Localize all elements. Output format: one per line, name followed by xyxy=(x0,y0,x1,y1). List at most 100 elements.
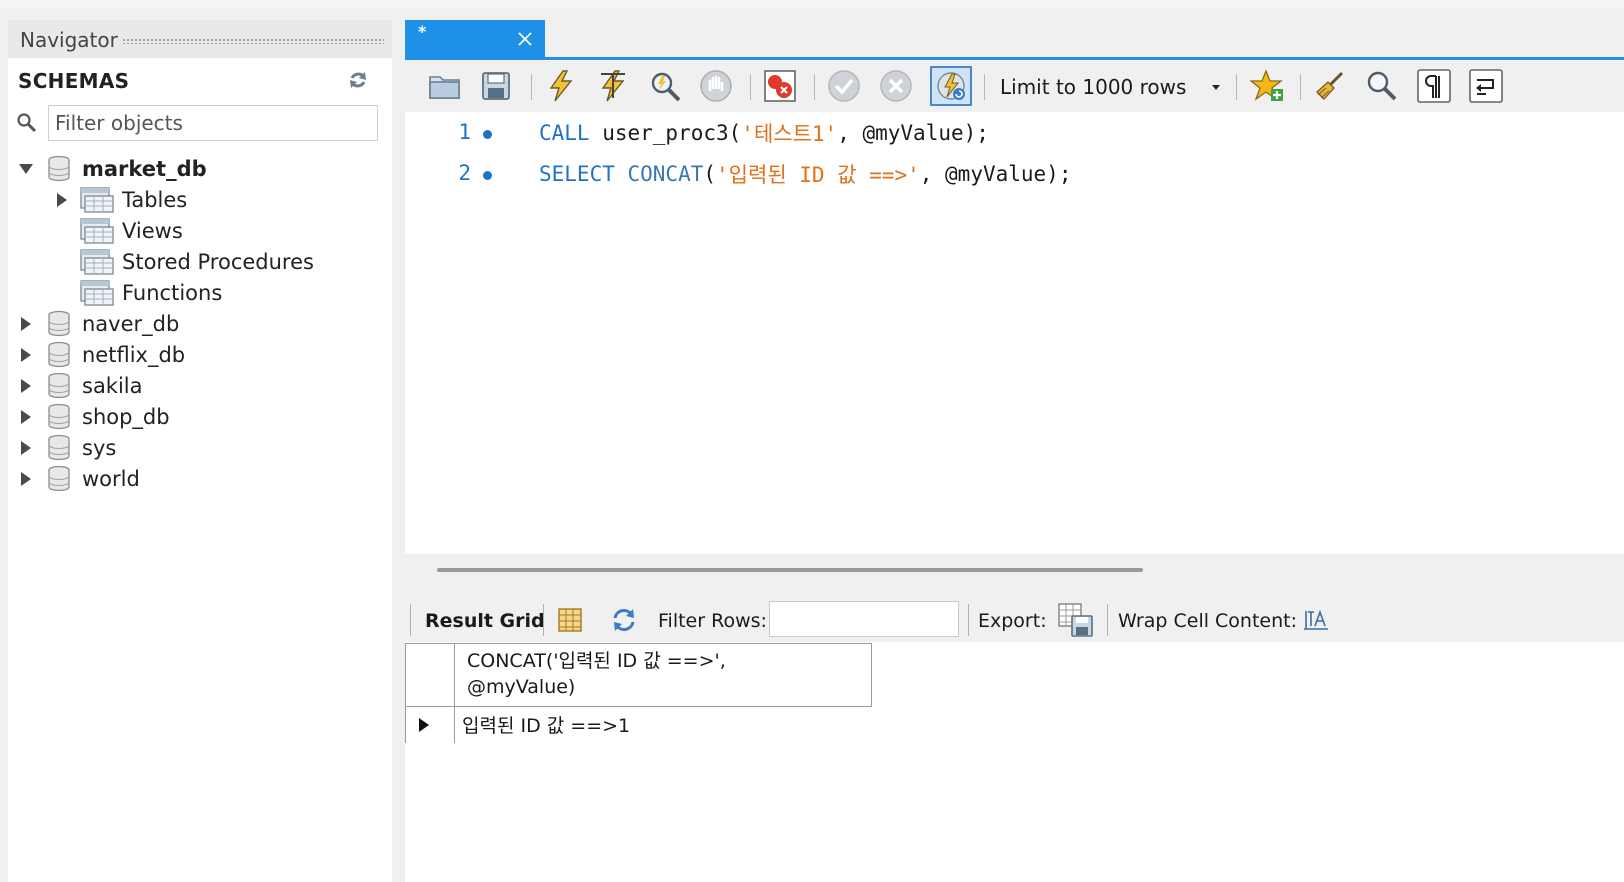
invisible-chars-icon[interactable] xyxy=(1416,68,1452,104)
schema-item-market_db[interactable]: market_db xyxy=(18,154,207,184)
navigator-drag-handle[interactable] xyxy=(122,38,384,44)
limit-rows-select[interactable]: Limit to 1000 rows xyxy=(992,70,1228,104)
toolbar-separator xyxy=(814,74,815,100)
result-grid-tab[interactable]: Result Grid xyxy=(425,610,545,632)
export-icon[interactable] xyxy=(1058,603,1094,637)
wrap-cell-icon[interactable] xyxy=(1302,606,1330,634)
column-header-line1: CONCAT('입력된 ID 값 ==>', xyxy=(467,650,726,672)
database-icon xyxy=(48,155,70,182)
panel-splitter xyxy=(405,554,1624,598)
code-token: ( xyxy=(703,162,717,186)
code-token: , @myValue); xyxy=(919,162,1072,186)
beautify-icon[interactable] xyxy=(1312,68,1348,104)
folder-icon xyxy=(80,249,114,275)
current-row-arrow-icon xyxy=(419,718,429,732)
navigator-header: Navigator xyxy=(8,20,392,58)
toolbar-separator xyxy=(543,604,544,636)
code-token: SELECT xyxy=(539,162,615,186)
folder-icon xyxy=(80,218,114,244)
bookmark-icon[interactable] xyxy=(1250,68,1286,104)
code-token: CALL xyxy=(539,121,590,145)
toolbar-separator xyxy=(531,74,532,100)
error-toggle-icon[interactable] xyxy=(762,68,798,104)
open-folder-icon[interactable] xyxy=(427,68,463,104)
code-line[interactable]: CALL user_proc3('테스트1', @myValue); xyxy=(539,116,989,150)
toolbar-separator xyxy=(750,74,751,100)
expand-arrow-right-icon[interactable] xyxy=(18,409,34,425)
code-token: '입력된 ID 값 ==>' xyxy=(716,163,920,187)
expand-arrow-right-icon[interactable] xyxy=(18,316,34,332)
schema-child-stored-procedures[interactable]: Stored Procedures xyxy=(80,247,314,277)
save-icon[interactable] xyxy=(478,68,514,104)
execute-current-icon[interactable] xyxy=(595,68,631,104)
export-label: Export: xyxy=(978,610,1047,632)
navigator-title: Navigator xyxy=(20,28,118,52)
expand-arrow-right-icon[interactable] xyxy=(18,378,34,394)
database-icon xyxy=(48,341,70,368)
search-icon xyxy=(17,113,37,133)
toolbar-separator xyxy=(968,604,969,636)
schema-child-functions[interactable]: Functions xyxy=(80,278,222,308)
toolbar-separator xyxy=(410,604,411,636)
grid-corner-cell[interactable] xyxy=(405,643,455,707)
expand-arrow-down-icon[interactable] xyxy=(18,161,34,177)
wrap-icon[interactable] xyxy=(1468,68,1504,104)
chevron-down-icon xyxy=(1212,85,1220,90)
code-token: user_proc3( xyxy=(589,121,742,145)
schema-child-tables[interactable]: Tables xyxy=(54,185,187,215)
schema-child-label: Views xyxy=(122,219,183,243)
schema-name: sakila xyxy=(82,374,143,398)
statement-marker-icon[interactable] xyxy=(483,171,492,180)
database-icon xyxy=(48,465,70,492)
code-line[interactable]: SELECT CONCAT('입력된 ID 값 ==>', @myValue); xyxy=(539,157,1071,191)
expand-arrow-right-icon[interactable] xyxy=(18,471,34,487)
expand-arrow-right-icon[interactable] xyxy=(18,347,34,363)
schema-name: netflix_db xyxy=(82,343,186,367)
schema-item-naver_db[interactable]: naver_db xyxy=(18,309,179,339)
filter-objects-input[interactable] xyxy=(48,105,378,141)
find-icon[interactable] xyxy=(1364,68,1400,104)
filter-rows-label: Filter Rows: xyxy=(658,610,767,632)
schema-child-views[interactable]: Views xyxy=(80,216,183,246)
wrap-cell-content-label: Wrap Cell Content: xyxy=(1118,610,1298,632)
column-header[interactable]: CONCAT('입력된 ID 값 ==>', @myValue) xyxy=(467,648,867,700)
statement-marker-icon[interactable] xyxy=(483,130,492,139)
sql-editor[interactable]: 1 CALL user_proc3('테스트1', @myValue); 2 SELE… xyxy=(405,112,1624,554)
code-token: , @myValue); xyxy=(837,121,989,145)
execute-icon[interactable] xyxy=(543,68,579,104)
horizontal-scrollbar[interactable] xyxy=(437,568,1143,572)
schema-item-sakila[interactable]: sakila xyxy=(18,371,143,401)
navigator-panel: Navigator SCHEMAS market_db Tables Views St… xyxy=(8,20,392,882)
schema-name: naver_db xyxy=(82,312,180,336)
grid-cell[interactable]: 입력된 ID 값 ==>1 xyxy=(462,711,630,738)
rollback-icon[interactable] xyxy=(878,68,914,104)
toolbar-separator xyxy=(984,74,985,100)
schema-item-sys[interactable]: sys xyxy=(18,433,116,463)
toolbar-separator xyxy=(1300,74,1301,100)
commit-icon[interactable] xyxy=(826,68,862,104)
filter-rows-input[interactable] xyxy=(769,601,959,637)
explain-icon[interactable] xyxy=(647,68,683,104)
database-icon xyxy=(48,403,70,430)
database-icon xyxy=(48,434,70,461)
schema-name: shop_db xyxy=(82,405,170,429)
schema-item-world[interactable]: world xyxy=(18,464,140,494)
close-icon[interactable] xyxy=(514,28,536,50)
grid-icon[interactable] xyxy=(556,606,584,634)
autocommit-icon[interactable] xyxy=(930,66,972,106)
stop-icon[interactable] xyxy=(698,68,734,104)
database-icon xyxy=(48,310,70,337)
schema-item-netflix_db[interactable]: netflix_db xyxy=(18,340,185,370)
refresh-icon[interactable] xyxy=(346,68,370,92)
folder-icon xyxy=(80,280,114,306)
schema-name: market_db xyxy=(82,157,207,181)
tab-bar xyxy=(545,20,1624,57)
limit-rows-label: Limit to 1000 rows xyxy=(1000,75,1187,99)
expand-arrow-right-icon[interactable] xyxy=(54,192,70,208)
expand-arrow-right-icon[interactable] xyxy=(18,440,34,456)
code-token: CONCAT xyxy=(614,162,704,186)
schema-item-shop_db[interactable]: shop_db xyxy=(18,402,170,432)
line-number: 1 xyxy=(458,120,471,144)
database-icon xyxy=(48,372,70,399)
refresh-icon[interactable] xyxy=(610,606,638,634)
